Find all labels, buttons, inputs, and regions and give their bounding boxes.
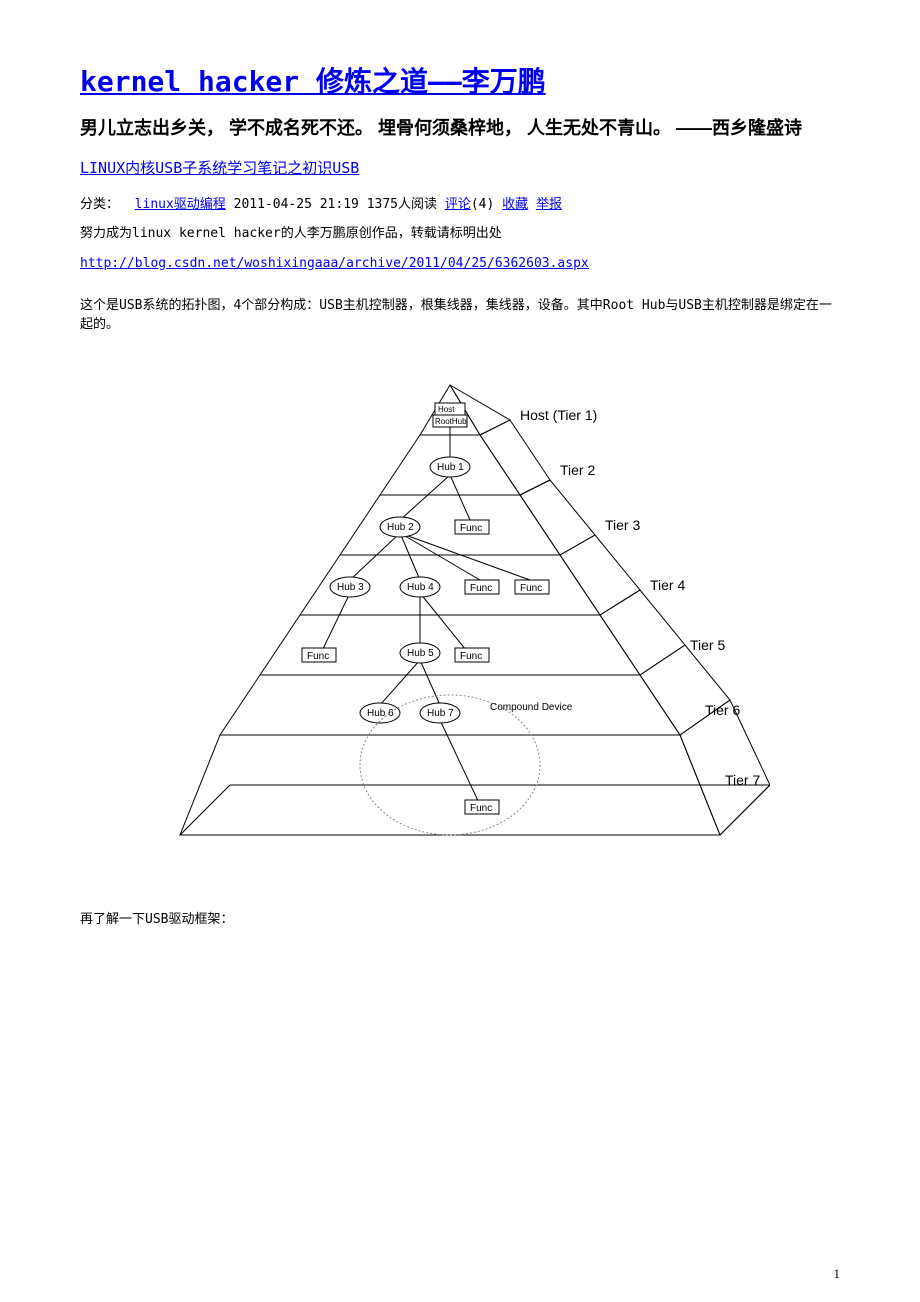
category-link[interactable]: linux驱动编程 [135, 197, 226, 212]
roothub-node: RootHub [435, 417, 467, 426]
usb-topology-diagram: Host (Tier 1) Tier 2 Tier 3 Tier 4 Tier … [80, 365, 840, 870]
func-t4b: Func [520, 583, 542, 594]
category-label: 分类： [80, 197, 119, 212]
outro-paragraph: 再了解一下USB驱动框架： [80, 910, 840, 930]
author-note: 努力成为linux kernel hacker的人李万鹏原创作品，转载请标明出处 [80, 224, 840, 244]
func-t5a: Func [307, 651, 329, 662]
tier4-label: Tier 4 [650, 577, 685, 593]
blog-main-title[interactable]: kernel hacker 修炼之道——李万鹏 [80, 60, 546, 100]
hub7-node: Hub 7 [427, 708, 454, 719]
tier3-label: Tier 3 [605, 517, 640, 533]
tier6-label: Tier 6 [705, 702, 740, 718]
favorite-link[interactable]: 收藏 [502, 197, 528, 212]
page-number: 1 [834, 1266, 841, 1282]
hub2-node: Hub 2 [387, 522, 414, 533]
comments-count: (4) [471, 197, 494, 212]
hub3-node: Hub 3 [337, 582, 364, 593]
intro-paragraph: 这个是USB系统的拓扑图，4个部分构成：USB主机控制器，根集线器，集线器，设备… [80, 296, 840, 335]
report-link[interactable]: 举报 [536, 197, 562, 212]
hub4-node: Hub 4 [407, 582, 434, 593]
timestamp: 2011-04-25 21:19 [234, 197, 359, 212]
article-meta: 分类： linux驱动编程 2011-04-25 21:19 1375人阅读 评… [80, 193, 840, 212]
tier7-label: Tier 7 [725, 772, 760, 788]
hub6-node: Hub 6 [367, 708, 394, 719]
comments-link[interactable]: 评论 [445, 197, 471, 212]
hub1-node: Hub 1 [437, 462, 464, 473]
host-node: Host [438, 405, 455, 414]
func-t5b: Func [460, 651, 482, 662]
article-title-link[interactable]: LINUX内核USB子系统学习笔记之初识USB [80, 157, 359, 178]
tier1-label: Host (Tier 1) [520, 407, 597, 423]
blog-subtitle: 男儿立志出乡关， 学不成名死不还。 埋骨何须桑梓地， 人生无处不青山。 ——西乡… [80, 115, 840, 142]
func-t7: Func [470, 803, 492, 814]
compound-label: Compound Device [490, 702, 573, 713]
func-t3: Func [460, 523, 482, 534]
source-url-link[interactable]: http://blog.csdn.net/woshixingaaa/archiv… [80, 256, 589, 271]
tier5-label: Tier 5 [690, 637, 725, 653]
func-t4a: Func [470, 583, 492, 594]
hub5-node: Hub 5 [407, 648, 434, 659]
read-count: 1375人阅读 [367, 197, 437, 212]
tier2-label: Tier 2 [560, 462, 595, 478]
